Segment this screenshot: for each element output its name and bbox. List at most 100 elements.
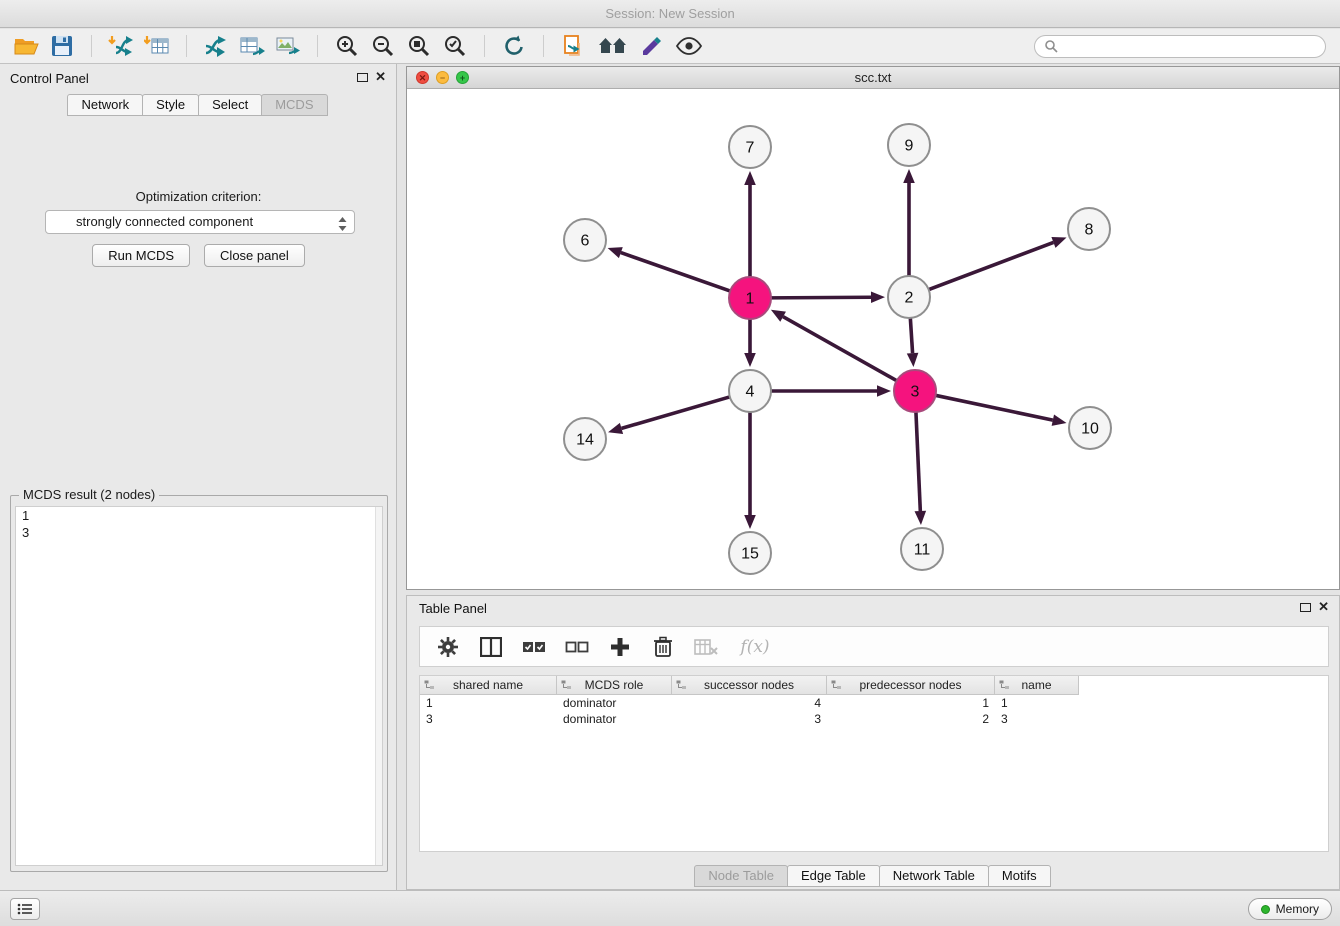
export-image-icon xyxy=(275,34,301,58)
table-settings-button[interactable] xyxy=(434,633,462,661)
edge-3-11[interactable] xyxy=(916,410,920,511)
edge-arrow-icon xyxy=(1052,414,1067,425)
export-image-button[interactable] xyxy=(272,31,304,61)
control-panel-header: Control Panel ✕ xyxy=(0,64,396,92)
table-cell: 3 xyxy=(420,712,557,726)
add-column-button[interactable] xyxy=(606,633,634,661)
edge-2-3[interactable] xyxy=(910,316,912,353)
control-panel-title: Control Panel xyxy=(10,71,89,86)
column-header-name[interactable]: name xyxy=(995,676,1079,695)
open-session-button[interactable] xyxy=(10,31,42,61)
criterion-dropdown[interactable]: strongly connected component xyxy=(45,210,355,234)
window-controls: ✕ − + xyxy=(416,71,469,84)
zoom-in-icon xyxy=(335,34,359,58)
function-builder-button[interactable]: f(x) xyxy=(735,633,775,661)
annotation-button[interactable] xyxy=(637,31,669,61)
zoom-out-button[interactable] xyxy=(367,31,399,61)
close-table-panel-icon[interactable]: ✕ xyxy=(1318,600,1329,614)
import-table-button[interactable] xyxy=(141,31,173,61)
import-network-button[interactable] xyxy=(105,31,137,61)
clipboard-network-icon xyxy=(561,34,585,58)
edge-1-6[interactable] xyxy=(621,253,732,292)
tab-select[interactable]: Select xyxy=(198,94,262,116)
toolbar-separator xyxy=(186,35,187,57)
tab-network-table[interactable]: Network Table xyxy=(879,865,989,887)
tab-network[interactable]: Network xyxy=(67,94,143,116)
table-cell: 1 xyxy=(420,696,557,710)
show-hide-button[interactable] xyxy=(673,31,705,61)
network-window-titlebar[interactable]: ✕ − + scc.txt xyxy=(407,67,1339,89)
tab-style[interactable]: Style xyxy=(142,94,199,116)
table-cell: dominator xyxy=(557,712,672,726)
zoom-fit-button[interactable] xyxy=(403,31,435,61)
edge-2-8[interactable] xyxy=(927,242,1054,290)
select-all-button[interactable] xyxy=(520,633,548,661)
search-icon xyxy=(1044,39,1058,53)
table-cell: dominator xyxy=(557,696,672,710)
new-network-button[interactable] xyxy=(200,31,232,61)
table-cell: 1 xyxy=(995,696,1079,710)
toolbar-separator xyxy=(484,35,485,57)
dropdown-stepper-icon xyxy=(338,216,347,238)
show-columns-button[interactable] xyxy=(477,633,505,661)
edge-1-2[interactable] xyxy=(769,297,871,298)
sort-icon xyxy=(999,680,1010,690)
zoom-fit-icon xyxy=(407,34,431,58)
table-panel-title: Table Panel xyxy=(419,601,487,616)
edge-3-10[interactable] xyxy=(934,395,1053,420)
table-row[interactable]: 3dominator323 xyxy=(420,711,1328,727)
search-input[interactable] xyxy=(1064,39,1316,53)
zoom-in-button[interactable] xyxy=(331,31,363,61)
table-cell: 2 xyxy=(827,712,995,726)
result-line: 3 xyxy=(16,524,382,541)
save-session-icon xyxy=(51,35,73,57)
float-table-panel-icon[interactable] xyxy=(1300,603,1311,612)
node-label-11: 11 xyxy=(914,542,931,559)
edge-arrow-icon xyxy=(608,423,623,434)
column-header-successor-nodes[interactable]: successor nodes xyxy=(672,676,827,695)
delete-column-button[interactable] xyxy=(649,633,677,661)
node-label-3: 3 xyxy=(911,384,920,401)
close-panel-icon[interactable]: ✕ xyxy=(375,70,386,84)
mcds-result-list[interactable]: 13 xyxy=(15,506,383,866)
edge-arrow-icon xyxy=(877,385,891,397)
unselect-all-button[interactable] xyxy=(563,633,591,661)
delete-table-button[interactable] xyxy=(692,633,720,661)
edge-4-14[interactable] xyxy=(621,396,731,428)
run-mcds-button[interactable]: Run MCDS xyxy=(92,244,190,267)
edge-arrow-icon xyxy=(744,515,756,529)
refresh-layout-icon xyxy=(502,34,526,58)
new-network-file-button[interactable] xyxy=(236,31,268,61)
memory-label: Memory xyxy=(1276,902,1319,916)
first-neighbors-button[interactable] xyxy=(593,31,633,61)
clipboard-network-button[interactable] xyxy=(557,31,589,61)
show-panels-button[interactable] xyxy=(10,898,40,920)
import-table-icon xyxy=(144,34,170,58)
network-canvas[interactable]: 7968124314101511 xyxy=(407,89,1339,589)
close-window-icon[interactable]: ✕ xyxy=(416,71,429,84)
tab-node-table[interactable]: Node Table xyxy=(694,865,788,887)
minimize-window-icon[interactable]: − xyxy=(436,71,449,84)
tab-mcds[interactable]: MCDS xyxy=(261,94,327,116)
memory-button[interactable]: Memory xyxy=(1248,898,1332,920)
save-session-button[interactable] xyxy=(46,31,78,61)
float-panel-icon[interactable] xyxy=(357,73,368,82)
close-panel-button[interactable]: Close panel xyxy=(204,244,305,267)
maximize-window-icon[interactable]: + xyxy=(456,71,469,84)
column-header-shared-name[interactable]: shared name xyxy=(420,676,557,695)
control-panel: Control Panel ✕ NetworkStyleSelectMCDS O… xyxy=(0,64,397,890)
toolbar-separator xyxy=(317,35,318,57)
result-scrollbar[interactable] xyxy=(375,507,382,865)
table-toolbar: f(x) xyxy=(419,626,1329,667)
zoom-selected-button[interactable] xyxy=(439,31,471,61)
tab-motifs[interactable]: Motifs xyxy=(988,865,1051,887)
table-row[interactable]: 1dominator411 xyxy=(420,695,1328,711)
column-header-predecessor-nodes[interactable]: predecessor nodes xyxy=(827,676,995,695)
refresh-layout-button[interactable] xyxy=(498,31,530,61)
node-label-6: 6 xyxy=(581,233,590,250)
tab-edge-table[interactable]: Edge Table xyxy=(787,865,880,887)
edge-3-1[interactable] xyxy=(783,317,898,382)
column-header-mcds-role[interactable]: MCDS role xyxy=(557,676,672,695)
sort-icon xyxy=(561,680,572,690)
search-field[interactable] xyxy=(1034,35,1326,58)
